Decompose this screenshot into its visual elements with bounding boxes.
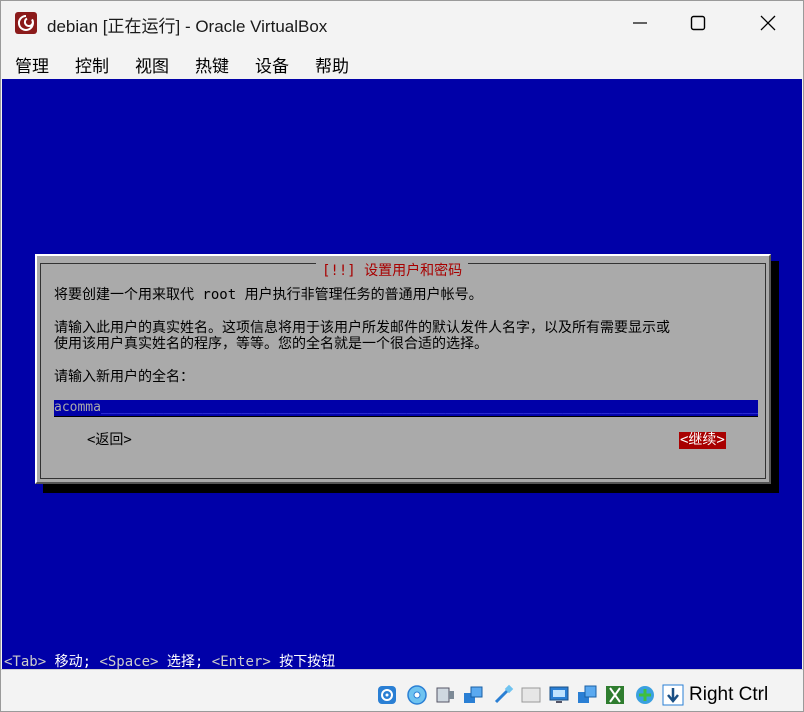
- menu-bar: 管理 控制 视图 热键 设备 帮助: [1, 45, 803, 79]
- title-bar[interactable]: debian [正在运行] - Oracle VirtualBox: [1, 1, 803, 45]
- optical-drive-icon[interactable]: [406, 684, 428, 706]
- shared-folders-icon[interactable]: [520, 684, 542, 706]
- menu-manage[interactable]: 管理: [15, 52, 49, 77]
- minimize-icon: [633, 22, 647, 24]
- window-title: debian [正在运行] - Oracle VirtualBox: [47, 17, 328, 36]
- hard-disk-icon[interactable]: [376, 684, 398, 706]
- maximize-icon: [690, 15, 706, 31]
- maximize-button[interactable]: [675, 1, 721, 45]
- dialog-title: [!!] 设置用户和密码: [316, 263, 469, 279]
- virtualbox-window: debian [正在运行] - Oracle VirtualBox 管理 控制 …: [0, 0, 804, 712]
- virtualbox-debian-icon: [15, 12, 37, 34]
- back-button[interactable]: <返回>: [87, 432, 132, 449]
- close-icon: [760, 15, 776, 31]
- help-key-tab: <Tab>: [4, 654, 47, 669]
- menu-control[interactable]: 控制: [75, 52, 109, 77]
- dialog-frame: [!!] 设置用户和密码 将要创建一个用来取代 root 用户执行非管理任务的普…: [40, 263, 766, 479]
- full-name-prompt: 请输入新用户的全名：: [54, 369, 194, 385]
- audio-icon[interactable]: [434, 684, 456, 706]
- full-name-fill: ________________________________________…: [100, 400, 758, 415]
- help-text-move: 移动;: [46, 654, 100, 669]
- full-name-input[interactable]: acomma__________________________________…: [54, 400, 758, 417]
- network-icon[interactable]: [462, 684, 484, 706]
- user-setup-dialog: [!!] 设置用户和密码 将要创建一个用来取代 root 用户执行非管理任务的普…: [35, 254, 771, 484]
- minimize-button[interactable]: [617, 1, 663, 45]
- help-text-press: 按下按钮: [270, 654, 336, 669]
- vm-display[interactable]: [!!] 设置用户和密码 将要创建一个用来取代 root 用户执行非管理任务的普…: [2, 79, 802, 669]
- menu-devices[interactable]: 设备: [255, 52, 289, 77]
- description-line-2: 使用该用户真实姓名的程序，等等。您的全名就是一个很合适的选择。: [54, 336, 488, 352]
- help-key-enter: <Enter>: [211, 654, 271, 669]
- menu-hotkey[interactable]: 热键: [195, 52, 229, 77]
- usb-icon[interactable]: [492, 684, 514, 706]
- display-icon[interactable]: [548, 684, 570, 706]
- close-button[interactable]: [745, 1, 791, 45]
- cpu-icon[interactable]: [634, 684, 656, 706]
- help-key-space: <Space>: [99, 654, 159, 669]
- menu-view[interactable]: 视图: [135, 52, 169, 77]
- menu-help[interactable]: 帮助: [315, 52, 349, 77]
- continue-button[interactable]: <继续>: [679, 432, 726, 449]
- host-key-arrow-icon[interactable]: [662, 684, 684, 706]
- recording-icon[interactable]: [576, 684, 598, 706]
- status-bar: Right Ctrl: [1, 669, 803, 711]
- full-name-value: acomma: [54, 400, 101, 415]
- mouse-integration-icon[interactable]: [604, 684, 626, 706]
- intro-text: 将要创建一个用来取代 root 用户执行非管理任务的普通用户帐号。: [54, 287, 483, 303]
- help-text-select: 选择;: [158, 654, 212, 669]
- keyboard-help: <Tab> 移动; <Space> 选择; <Enter> 按下按钮: [4, 654, 335, 669]
- host-key-label: Right Ctrl: [689, 684, 769, 705]
